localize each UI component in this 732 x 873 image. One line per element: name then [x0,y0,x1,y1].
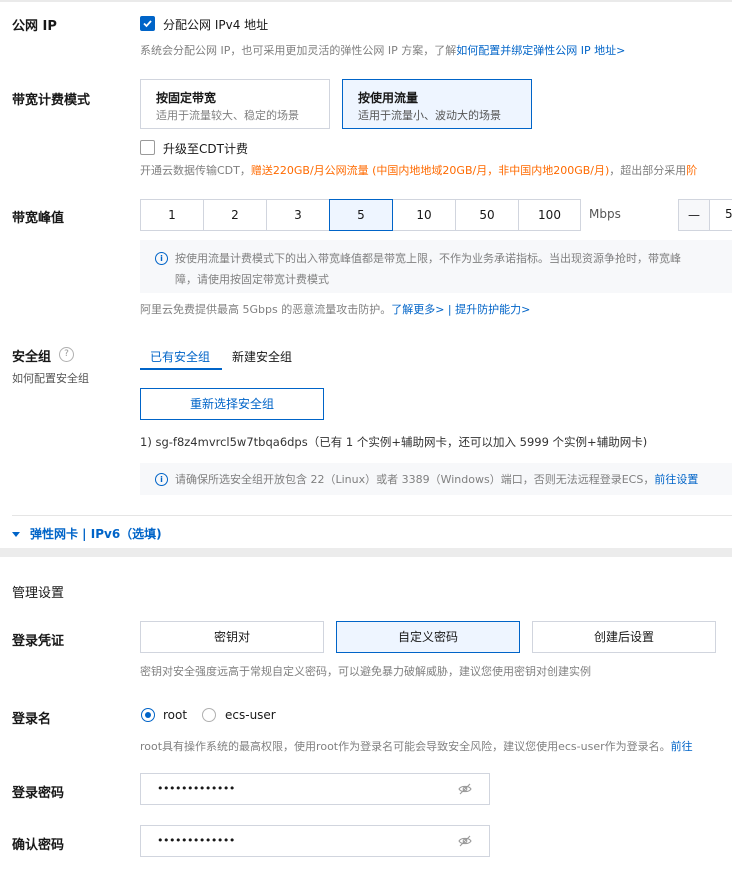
billing-option-desc: 适用于流量较大、稳定的场景 [156,109,299,122]
security-group-help-link[interactable]: 如何配置安全组 [12,370,89,386]
credential-option-later[interactable]: 创建后设置 [532,621,716,653]
public-ip-label: 公网 IP [12,19,57,34]
bandwidth-notice-line2: 障，请使用按固定带宽计费模式 [175,273,329,286]
tab-existing-security-group[interactable]: 已有安全组 [150,348,210,365]
cdt-hint: 开通云数据传输CDT，赠送220GB/月公网流量 (中国内地地域20GB/月，非… [140,162,697,178]
ddos-upgrade-link[interactable]: 提升防护能力> [455,303,530,316]
stepper-value[interactable]: 5 [725,207,732,221]
security-group-label: 安全组 [12,350,52,365]
credential-option-password[interactable]: 自定义密码 [336,621,520,653]
reselect-security-group-button[interactable]: 重新选择安全组 [140,388,324,420]
credential-option-label: 密钥对 [213,630,250,644]
confirm-password-value: ••••••••••••• [157,834,235,847]
eye-hidden-icon[interactable] [458,835,472,847]
caret-down-icon [12,532,20,537]
credential-option-label: 创建后设置 [593,630,654,644]
public-ip-hint: 系统会分配公网 IP，也可采用更加灵活的弹性公网 IP 方案，了解如何配置并绑定… [140,42,625,58]
password-label: 登录密码 [12,786,65,801]
public-ip-checkbox[interactable] [140,16,155,31]
info-icon: i [155,252,168,265]
bandwidth-notice-line1: 按使用流量计费模式下的出入带宽峰值都是带宽上限，不作为业务承诺指标。当出现资源争… [175,252,681,265]
bandwidth-option-2[interactable]: 2 [203,199,267,231]
login-name-hint-text: root具有操作系统的最高权限，使用root作为登录名可能会导致安全风险，建议您… [140,740,671,753]
eip-config-link[interactable]: 如何配置并绑定弹性公网 IP 地址> [456,44,625,57]
billing-option-traffic[interactable]: 按使用流量 适用于流量小、波动大的场景 [342,79,532,129]
tab-active-indicator [140,368,222,370]
password-value: ••••••••••••• [157,782,235,795]
cdt-hint-suffix: ，超出部分采用 [609,164,687,177]
ddos-hint: 阿里云免费提供最高 5Gbps 的恶意流量攻击防护。了解更多> | 提升防护能力… [140,301,530,317]
confirm-password-input[interactable]: ••••••••••••• [140,825,490,857]
security-group-notice: i 请确保所选安全组开放包含 22（Linux）或者 3389（Windows）… [140,463,732,495]
login-name-ecs-user-label[interactable]: ecs-user [225,708,276,722]
bandwidth-option-1[interactable]: 1 [140,199,204,231]
selected-security-group: 1) sg-f8z4mvrcl5w7tbqa6dps（已有 1 个实例+辅助网卡… [140,435,648,449]
billing-option-desc: 适用于流量小、波动大的场景 [358,109,501,122]
bandwidth-option-10[interactable]: 10 [392,199,456,231]
security-group-settings-link[interactable]: 前往设置 [654,473,698,486]
login-name-hint: root具有操作系统的最高权限，使用root作为登录名可能会导致安全风险，建议您… [140,738,693,754]
password-input[interactable]: ••••••••••••• [140,773,490,805]
eye-hidden-icon[interactable] [458,783,472,795]
credential-option-keypair[interactable]: 密钥对 [140,621,324,653]
help-icon[interactable]: ? [59,347,74,362]
cdt-checkbox[interactable] [140,140,155,155]
billing-mode-label: 带宽计费模式 [12,93,91,108]
info-icon: i [155,473,168,486]
security-group-notice-message: 请确保所选安全组开放包含 22（Linux）或者 3389（Windows）端口… [175,473,655,486]
cdt-hint-tail: 阶 [686,164,698,177]
bandwidth-stepper: — 5 [678,199,732,231]
bandwidth-option-3[interactable]: 3 [266,199,330,231]
section-band [0,548,732,557]
tab-new-security-group[interactable]: 新建安全组 [232,348,292,365]
section-divider [12,515,732,516]
cdt-hint-prefix: 开通云数据传输CDT， [140,164,251,177]
stepper-minus-button[interactable]: — [679,200,710,230]
top-divider [0,0,732,2]
bandwidth-option-50[interactable]: 50 [455,199,519,231]
bandwidth-option-5[interactable]: 5 [329,199,393,231]
public-ip-checkbox-label[interactable]: 分配公网 IPv4 地址 [163,16,268,33]
billing-option-title: 按固定带宽 [156,91,217,105]
ddos-learn-more-link[interactable]: 了解更多> [391,303,444,316]
bandwidth-notice: i 按使用流量计费模式下的出入带宽峰值都是带宽上限，不作为业务承诺指标。当出现资… [140,240,732,293]
cdt-checkbox-label[interactable]: 升级至CDT计费 [163,140,248,157]
credential-hint: 密钥对安全强度远高于常规自定义密码，可以避免暴力破解威胁，建议您使用密钥对创建实… [140,665,591,678]
login-name-root-label[interactable]: root [163,708,187,722]
bandwidth-unit: Mbps [589,207,621,221]
login-name-ecs-user-radio[interactable] [202,708,216,722]
cdt-hint-highlight: 赠送220GB/月公网流量 (中国内地地域20GB/月，非中国内地200GB/月… [250,164,610,177]
ddos-separator: | [444,303,456,316]
eni-toggle[interactable]: 弹性网卡 | IPv6（选填) [12,525,162,542]
billing-option-title: 按使用流量 [358,91,419,105]
billing-option-fixed[interactable]: 按固定带宽 适用于流量较大、稳定的场景 [140,79,330,129]
public-ip-hint-text: 系统会分配公网 IP，也可采用更加灵活的弹性公网 IP 方案，了解 [140,44,457,57]
management-section-title: 管理设置 [12,586,65,601]
bandwidth-label: 带宽峰值 [12,211,65,226]
login-name-link[interactable]: 前往 [671,740,693,753]
confirm-password-label: 确认密码 [12,838,65,853]
bandwidth-selector: 1 2 3 5 10 50 100 [140,199,581,231]
ddos-hint-text: 阿里云免费提供最高 5Gbps 的恶意流量攻击防护。 [140,303,392,316]
check-icon [143,20,152,28]
security-group-notice-text: 请确保所选安全组开放包含 22（Linux）或者 3389（Windows）端口… [175,471,698,487]
login-name-label: 登录名 [12,712,52,727]
bandwidth-option-100[interactable]: 100 [518,199,581,231]
login-name-root-radio[interactable] [141,708,155,722]
credential-option-label: 自定义密码 [397,630,458,644]
credential-label: 登录凭证 [12,634,65,649]
eni-toggle-label: 弹性网卡 | IPv6（选填) [30,527,162,541]
